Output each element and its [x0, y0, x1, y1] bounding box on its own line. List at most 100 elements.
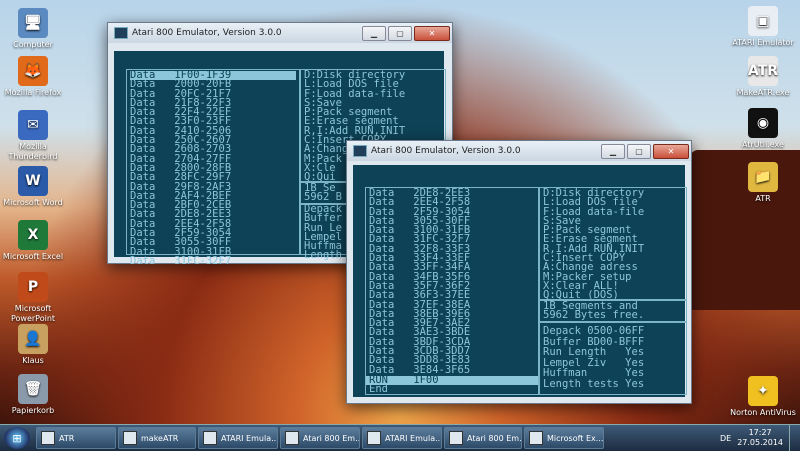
desktop-icon-label: Norton AntiVirus — [730, 408, 796, 417]
app-icon: ◉ — [748, 108, 778, 138]
app-icon: 👤 — [18, 324, 48, 354]
app-icon: 🦊 — [18, 56, 48, 86]
segment-list[interactable]: Data 2DE8-2EE3 Data 2EE4-2F58 Data 2F59-30… — [366, 188, 538, 376]
menu-panel: D:Disk directory L:Load DOS file F:Load da… — [539, 187, 687, 301]
desktop-icon[interactable]: ✉ Mozilla Thunderbird — [0, 110, 70, 162]
taskbar-app-icon — [367, 431, 381, 445]
taskbar-app-icon — [449, 431, 463, 445]
show-desktop-button[interactable] — [789, 425, 800, 451]
option-line: Depack 0500-06FF — [543, 325, 645, 337]
desktop-icon[interactable]: 🦊 Mozilla Firefox — [0, 56, 70, 98]
start-button[interactable]: ⊞ — [4, 427, 30, 449]
maximize-button[interactable]: ▢ — [388, 25, 412, 41]
desktop-icon[interactable]: ▣ ATARI Emulator — [726, 6, 800, 48]
app-icon: X — [18, 220, 48, 250]
app-icon: W — [18, 166, 48, 196]
app-icon: ▣ — [748, 6, 778, 36]
taskbar-item[interactable]: ATR — [36, 427, 116, 449]
task-buttons: ATR makeATR ATARI Emula... Atari 800 Em... A… — [36, 427, 606, 449]
desktop-icon[interactable]: 👤 Klaus — [0, 324, 70, 366]
taskbar-item-label: Atari 800 Em... — [467, 433, 522, 443]
segment-list[interactable]: Data 1F00-1F39 Data 2000-20FB Data 20FC-21… — [127, 70, 299, 267]
desktop-icon[interactable]: 🖥 Computer — [0, 8, 70, 50]
clock-time: 17:27 — [748, 428, 772, 437]
window-titlebar[interactable]: Atari 800 Emulator, Version 3.0.0 ▁ ▢ ✕ — [347, 141, 691, 161]
option-line: Length tests Yes — [543, 377, 645, 390]
option-line: Run Length Yes — [543, 346, 645, 358]
taskbar-item[interactable]: ATARI Emula... — [198, 427, 278, 449]
close-button[interactable]: ✕ — [653, 143, 689, 159]
desktop-icon[interactable]: ATR MakeATR.exe — [726, 56, 800, 98]
taskbar-item-label: ATR — [59, 433, 75, 443]
taskbar-item[interactable]: makeATR — [118, 427, 196, 449]
desktop-icon[interactable]: 📁 ATR — [726, 162, 800, 204]
desktop-icon-label: Mozilla Thunderbird — [8, 142, 58, 161]
taskbar-app-icon — [203, 431, 217, 445]
system-tray: DE 17:27 27.05.2014 — [720, 425, 800, 451]
option-line: Huffman Yes — [543, 367, 645, 379]
taskbar-item-label: ATARI Emula... — [221, 433, 278, 443]
list-item[interactable]: Data 31FC-32F7 — [130, 256, 296, 267]
taskbar-item[interactable]: Atari 800 Em... — [444, 427, 522, 449]
emulator-app-icon — [114, 27, 128, 39]
taskbar-item-label: ATARI Emula... — [385, 433, 442, 443]
desktop-icon-label: ATARI Emulator — [732, 38, 794, 47]
desktop-icon[interactable]: 🗑 Papierkorb — [0, 374, 70, 416]
window-title: Atari 800 Emulator, Version 3.0.0 — [371, 146, 521, 156]
desktop-icon-label: AtrUtil.exe — [742, 140, 784, 149]
taskbar-item[interactable]: Atari 800 Em... — [280, 427, 360, 449]
minimize-button[interactable]: ▁ — [601, 143, 625, 159]
packer-options: Depack 0500-06FF Buffer BD00-BFFF Run Leng… — [540, 322, 686, 393]
desktop-icon[interactable]: P Microsoft PowerPoint — [0, 272, 70, 324]
taskbar-item-label: Microsoft Ex... — [547, 433, 604, 443]
desktop-icon[interactable]: X Microsoft Excel — [0, 220, 70, 262]
clock-date: 27.05.2014 — [737, 438, 783, 447]
desktop-icon[interactable]: W Microsoft Word — [0, 166, 70, 208]
clock[interactable]: 17:27 27.05.2014 — [737, 428, 783, 448]
status-panel: 1B Segments and 5962 Bytes free. — [539, 299, 687, 323]
window-titlebar[interactable]: Atari 800 Emulator, Version 3.0.0 ▁ ▢ ✕ — [108, 23, 452, 43]
status-text: 1B Segments and 5962 Bytes free. — [540, 300, 686, 323]
close-button[interactable]: ✕ — [414, 25, 450, 41]
segment-list-panel: Data 2DE8-2EE3 Data 2EE4-2F58 Data 2F59-30… — [365, 187, 539, 395]
desktop-icon[interactable]: ◉ AtrUtil.exe — [726, 108, 800, 150]
options-panel: Depack 0500-06FF Buffer BD00-BFFF Run Leng… — [539, 321, 687, 395]
app-icon: ✉ — [18, 110, 48, 140]
desktop-icon-label: MakeATR.exe — [736, 88, 790, 97]
emulator-app-icon — [353, 145, 367, 157]
app-icon: ATR — [748, 56, 778, 86]
end-row[interactable]: End — [366, 384, 538, 395]
taskbar: ⊞ ATR makeATR ATARI Emula... Atari 800 Em..… — [0, 424, 800, 451]
maximize-button[interactable]: ▢ — [627, 143, 651, 159]
app-icon: 🗑 — [18, 374, 48, 404]
desktop-icon-label: Microsoft Word — [3, 198, 63, 207]
app-icon: 🖥 — [18, 8, 48, 38]
taskbar-app-icon — [41, 431, 55, 445]
command-menu: D:Disk directory L:Load DOS file F:Load da… — [540, 188, 686, 302]
desktop-icon-label: Mozilla Firefox — [4, 88, 62, 97]
app-icon: ✦ — [748, 376, 778, 406]
desktop-icon-label: Microsoft PowerPoint — [10, 304, 56, 323]
desktop-icon[interactable]: ✦ Norton AntiVirus — [726, 376, 800, 418]
window-title: Atari 800 Emulator, Version 3.0.0 — [132, 28, 282, 38]
taskbar-item-label: Atari 800 Em... — [303, 433, 360, 443]
desktop-icon-label: Papierkorb — [11, 406, 55, 415]
minimize-button[interactable]: ▁ — [362, 25, 386, 41]
app-icon: 📁 — [748, 162, 778, 192]
taskbar-item-label: makeATR — [141, 433, 179, 443]
taskbar-item[interactable]: Microsoft Ex... — [524, 427, 604, 449]
taskbar-item[interactable]: ATARI Emula... — [362, 427, 442, 449]
language-indicator[interactable]: DE — [720, 434, 731, 443]
taskbar-app-icon — [285, 431, 299, 445]
selected-segment-row[interactable]: RUN 1F00 — [366, 375, 538, 385]
emulator-window-front[interactable]: Atari 800 Emulator, Version 3.0.0 ▁ ▢ ✕ … — [346, 140, 692, 404]
desktop-icon-label: Microsoft Excel — [2, 252, 64, 261]
desktop-icon-label: Klaus — [22, 356, 44, 365]
segment-list-panel: Data 1F00-1F39 Data 2000-20FB Data 20FC-21… — [126, 69, 300, 266]
taskbar-app-icon — [123, 431, 137, 445]
status-line: 5962 Bytes free. — [543, 309, 645, 322]
desktop-icon-label: Computer — [13, 40, 53, 49]
desktop-icon-label: ATR — [755, 194, 771, 203]
taskbar-app-icon — [529, 431, 543, 445]
emulator-screen[interactable]: Data 2DE8-2EE3 Data 2EE4-2F58 Data 2F59-30… — [353, 165, 687, 397]
